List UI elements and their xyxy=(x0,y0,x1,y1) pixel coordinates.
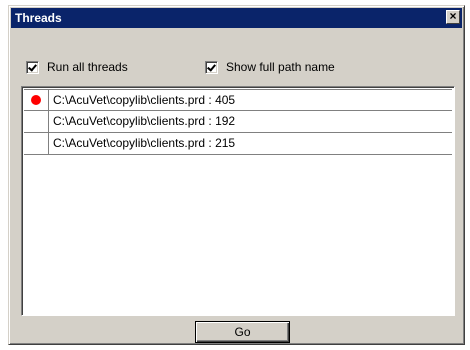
threads-dialog: Threads × Run all threads Show full path… xyxy=(8,5,465,345)
thread-location: C:\AcuVet\copylib\clients.prd : 192 xyxy=(53,114,236,128)
thread-location: C:\AcuVet\copylib\clients.prd : 405 xyxy=(53,93,236,107)
breakpoint-cell[interactable] xyxy=(24,133,49,154)
run-all-threads-checkbox[interactable] xyxy=(26,60,39,74)
show-full-path-label[interactable]: Show full path name xyxy=(226,60,335,74)
breakpoint-icon xyxy=(31,95,41,105)
breakpoint-cell[interactable] xyxy=(24,111,49,132)
thread-row[interactable]: C:\AcuVet\copylib\clients.prd : 215 xyxy=(24,133,452,155)
title-bar[interactable]: Threads × xyxy=(11,8,462,28)
show-full-path-option[interactable]: Show full path name xyxy=(205,60,335,74)
run-all-threads-option[interactable]: Run all threads xyxy=(26,60,128,74)
run-all-threads-label[interactable]: Run all threads xyxy=(47,60,128,74)
go-button[interactable]: Go xyxy=(195,321,290,343)
breakpoint-cell[interactable] xyxy=(24,90,49,110)
threads-list[interactable]: C:\AcuVet\copylib\clients.prd : 405 C:\A… xyxy=(21,86,455,316)
checkmark-icon xyxy=(207,61,216,72)
thread-row[interactable]: C:\AcuVet\copylib\clients.prd : 192 xyxy=(24,111,452,133)
close-icon: × xyxy=(449,9,457,23)
dialog-title: Threads xyxy=(15,11,62,25)
checkmark-icon xyxy=(28,61,37,72)
close-button[interactable]: × xyxy=(446,10,460,24)
thread-row[interactable]: C:\AcuVet\copylib\clients.prd : 405 xyxy=(24,89,452,111)
show-full-path-checkbox[interactable] xyxy=(205,60,218,74)
thread-location: C:\AcuVet\copylib\clients.prd : 215 xyxy=(53,136,236,150)
